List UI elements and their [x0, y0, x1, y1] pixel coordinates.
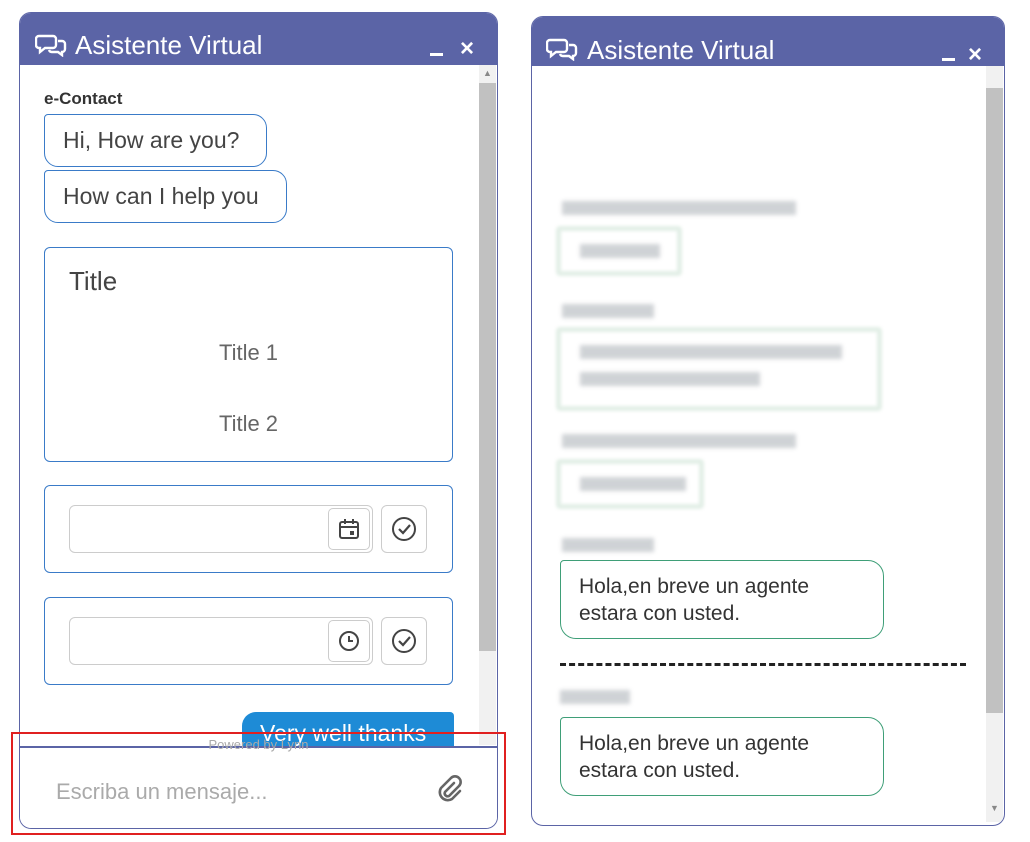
- redacted-text: [562, 538, 654, 552]
- close-button[interactable]: ×: [460, 37, 474, 61]
- redacted-text: [580, 372, 760, 386]
- minimize-button[interactable]: [942, 58, 955, 61]
- agent-message: Hola,en breve un agente estara con usted…: [560, 560, 884, 639]
- clock-icon: [339, 631, 359, 651]
- bot-message: Hi, How are you?: [44, 114, 267, 167]
- card-option[interactable]: Title 2: [45, 411, 452, 437]
- calendar-button[interactable]: [328, 508, 370, 550]
- redacted-text: [580, 477, 686, 491]
- paperclip-icon[interactable]: [436, 774, 462, 804]
- redacted-text: [580, 345, 842, 359]
- chat-bubbles-icon: [546, 38, 578, 61]
- check-circle-icon: [392, 629, 416, 653]
- time-picker-card: [44, 597, 453, 685]
- scroll-down-arrow[interactable]: ▼: [990, 804, 999, 813]
- chat-title: Asistente Virtual: [75, 30, 263, 60]
- chat-bubbles-icon: [35, 34, 67, 57]
- redacted-text: [580, 244, 660, 258]
- redacted-text: [560, 690, 630, 704]
- chat-title: Asistente Virtual: [587, 35, 775, 65]
- scrollbar-thumb[interactable]: [479, 83, 496, 651]
- bot-message: How can I help you: [44, 170, 287, 223]
- card-title: Title: [69, 266, 118, 296]
- scrollbar-thumb[interactable]: [986, 88, 1003, 713]
- chat-widget-left: Asistente Virtual × ▲ e-Contact Hi, How …: [19, 12, 498, 829]
- minimize-button[interactable]: [430, 53, 443, 56]
- sender-name: e-Contact: [44, 89, 123, 108]
- divider: [560, 663, 966, 666]
- chat-header: Asistente Virtual ×: [20, 13, 497, 65]
- time-field[interactable]: [69, 617, 373, 665]
- close-button[interactable]: ×: [968, 43, 982, 67]
- redacted-text: [562, 304, 654, 318]
- redacted-text: [562, 434, 796, 448]
- date-field[interactable]: [69, 505, 373, 553]
- check-circle-icon: [392, 517, 416, 541]
- redacted-text: [562, 201, 796, 215]
- message-composer: [20, 746, 497, 828]
- scrollbar[interactable]: ▲: [479, 65, 496, 745]
- agent-message: Hola,en breve un agente estara con usted…: [560, 717, 884, 796]
- chat-widget-right: Asistente Virtual × ▼ Hola,en breve un a…: [531, 16, 1005, 826]
- confirm-time-button[interactable]: [381, 617, 427, 665]
- scroll-up-arrow[interactable]: ▲: [483, 69, 492, 78]
- calendar-icon: [339, 519, 359, 539]
- chat-header: Asistente Virtual ×: [532, 17, 1004, 67]
- clock-button[interactable]: [328, 620, 370, 662]
- redacted-bubble: [556, 327, 882, 411]
- card-option[interactable]: Title 1: [45, 340, 452, 366]
- scrollbar[interactable]: ▼: [986, 66, 1003, 822]
- date-picker-card: [44, 485, 453, 573]
- confirm-date-button[interactable]: [381, 505, 427, 553]
- message-input[interactable]: [56, 770, 426, 814]
- options-card: Title Title 1 Title 2: [44, 247, 453, 462]
